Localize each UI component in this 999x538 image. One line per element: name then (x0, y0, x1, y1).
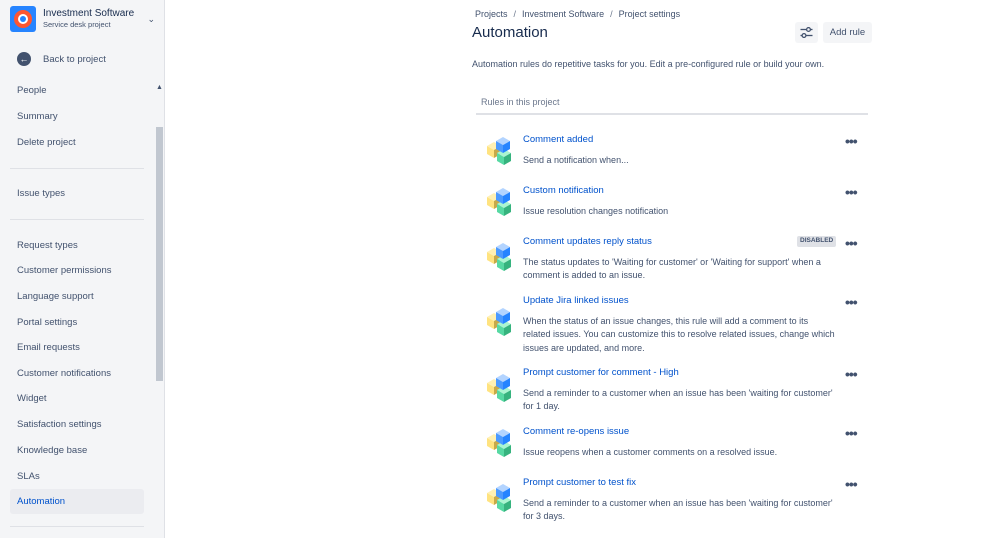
sidebar-item-language-support[interactable]: Language support (10, 284, 144, 309)
back-to-project-label: Back to project (43, 53, 106, 65)
page-title: Automation (472, 24, 548, 41)
chevron-down-icon[interactable]: ⌄ (147, 14, 155, 25)
sidebar-item-people[interactable]: People (10, 80, 144, 103)
sidebar-scrollbar[interactable]: ▲ (155, 83, 164, 538)
more-horizontal-icon[interactable]: ••• (845, 295, 858, 309)
rule-description: Issue reopens when a customer comments o… (523, 447, 778, 457)
sidebar-item-request-types[interactable]: Request types (10, 233, 144, 258)
more-horizontal-icon[interactable]: ••• (845, 185, 858, 199)
sidebar-item-delete-project[interactable]: Delete project (10, 130, 144, 155)
settings-button[interactable] (795, 22, 818, 43)
sliders-icon (800, 27, 813, 38)
rules-list-header: Rules in this project (476, 92, 868, 115)
project-switcher[interactable]: Investment Software Service desk project… (10, 6, 155, 32)
sidebar-item-satisfaction-settings[interactable]: Satisfaction settings (10, 412, 144, 437)
rule-description: Issue resolution changes notification (523, 206, 669, 216)
arrow-left-icon: ← (17, 52, 31, 66)
rule-description: Send a reminder to a customer when an is… (523, 388, 833, 412)
status-badge: DISABLED (797, 236, 837, 247)
more-horizontal-icon[interactable]: ••• (845, 426, 858, 440)
project-name: Investment Software (43, 8, 135, 20)
breadcrumb-separator: / (610, 9, 613, 19)
sidebar-item-slas[interactable]: SLAs (10, 464, 144, 489)
breadcrumb-project[interactable]: Investment Software (522, 9, 604, 19)
sidebar-item-automation[interactable]: Automation (10, 489, 144, 514)
back-to-project-link[interactable]: ← Back to project (17, 52, 106, 66)
breadcrumb: Projects / Investment Software / Project… (475, 9, 680, 19)
sidebar-item-widget[interactable]: Widget (10, 386, 144, 411)
rule-item: Comment added Send a notification when..… (476, 134, 866, 174)
sidebar-item-customer-permissions[interactable]: Customer permissions (10, 258, 144, 283)
rule-item: Prompt customer to test fix Send a remin… (476, 477, 866, 525)
cubes-icon (484, 186, 514, 220)
sidebar-item-portal-settings[interactable]: Portal settings (10, 310, 144, 335)
more-horizontal-icon[interactable]: ••• (845, 236, 858, 250)
breadcrumb-projects[interactable]: Projects (475, 9, 508, 19)
sidebar-divider (10, 168, 144, 169)
breadcrumb-separator: / (513, 9, 517, 19)
sidebar-nav: People Summary Delete project Issue type… (0, 80, 165, 538)
rule-title[interactable]: Comment added (523, 134, 593, 145)
rule-title[interactable]: Prompt customer to test fix (523, 477, 636, 488)
cubes-icon (484, 135, 514, 169)
breadcrumb-project-settings[interactable]: Project settings (619, 9, 681, 19)
more-horizontal-icon[interactable]: ••• (845, 477, 858, 491)
sidebar-item-email-requests[interactable]: Email requests (10, 335, 144, 360)
rule-item: Comment re-opens issue Issue reopens whe… (476, 426, 866, 466)
rule-title[interactable]: Comment updates reply status (523, 236, 652, 247)
rule-title[interactable]: Prompt customer for comment - High (523, 367, 679, 378)
rule-description: Send a reminder to a customer when an is… (523, 498, 833, 522)
rule-title[interactable]: Comment re-opens issue (523, 426, 629, 437)
sidebar-item-summary[interactable]: Summary (10, 104, 144, 129)
more-horizontal-icon[interactable]: ••• (845, 134, 858, 148)
sidebar-divider (10, 219, 144, 220)
scrollbar-thumb[interactable] (156, 127, 163, 381)
rule-title[interactable]: Update Jira linked issues (523, 295, 629, 306)
rule-item: Comment updates reply status DISABLED Th… (476, 236, 866, 284)
sidebar-divider (10, 526, 144, 527)
add-rule-button[interactable]: Add rule (823, 22, 872, 43)
cubes-icon (484, 306, 514, 340)
rule-description: The status updates to 'Waiting for custo… (523, 257, 821, 281)
scroll-up-arrow-icon[interactable]: ▲ (155, 83, 164, 92)
rule-item: Update Jira linked issues When the statu… (476, 295, 866, 355)
sidebar-item-issue-types[interactable]: Issue types (10, 181, 144, 206)
rule-item: Prompt customer for comment - High Send … (476, 367, 866, 415)
rule-item: Custom notification Issue resolution cha… (476, 185, 866, 225)
sidebar-item-customer-notifications[interactable]: Customer notifications (10, 361, 144, 386)
cubes-icon (484, 241, 514, 275)
sidebar: Investment Software Service desk project… (0, 0, 165, 538)
rule-description: When the status of an issue changes, thi… (523, 316, 835, 353)
cubes-icon (484, 372, 514, 406)
more-horizontal-icon[interactable]: ••• (845, 367, 858, 381)
rule-description: Send a notification when... (523, 155, 629, 165)
rule-title[interactable]: Custom notification (523, 185, 604, 196)
sidebar-item-knowledge-base[interactable]: Knowledge base (10, 438, 144, 463)
cubes-icon (484, 427, 514, 461)
page-description: Automation rules do repetitive tasks for… (472, 59, 825, 69)
project-type: Service desk project (43, 20, 111, 30)
lifebuoy-icon (10, 6, 36, 32)
cubes-icon (484, 482, 514, 516)
